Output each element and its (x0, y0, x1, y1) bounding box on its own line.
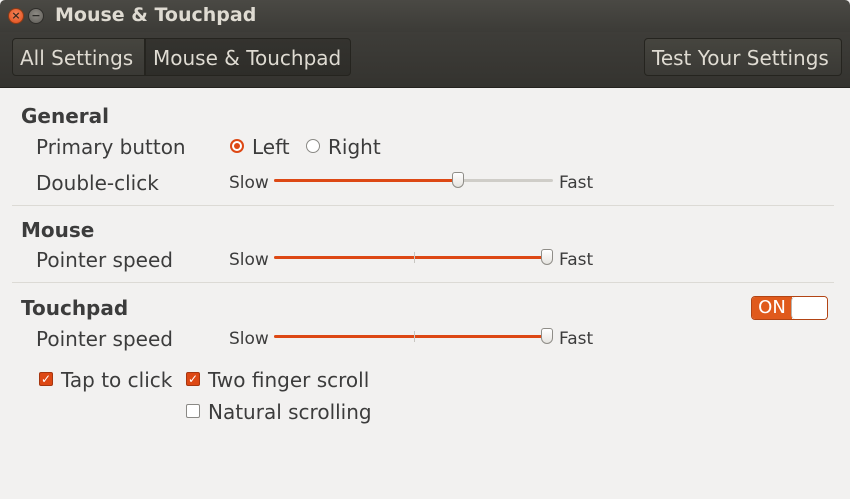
primary-button-right-radio[interactable] (306, 139, 320, 153)
separator (12, 205, 834, 206)
slider-knob[interactable] (452, 172, 465, 188)
mouse-pointer-speed-label: Pointer speed (36, 248, 173, 272)
primary-button-left-radio[interactable] (230, 139, 244, 153)
slider-center-mark (414, 252, 415, 263)
title-bar: × − Mouse & Touchpad (0, 0, 850, 32)
mouse-pointer-speed-slider[interactable] (274, 248, 554, 268)
touchpad-pointer-speed-slider[interactable] (274, 327, 554, 347)
minimize-window-button[interactable]: − (28, 8, 44, 24)
double-click-slow-label: Slow (229, 173, 269, 193)
slider-center-mark (414, 331, 415, 342)
mouse-section-title: Mouse (21, 218, 95, 242)
settings-window: × − Mouse & Touchpad All Settings Mouse … (0, 0, 850, 499)
switch-handle[interactable] (791, 297, 827, 319)
two-finger-scroll-label[interactable]: Two finger scroll (208, 368, 369, 392)
slider-knob[interactable] (541, 328, 554, 344)
switch-on-label: ON (752, 297, 792, 319)
touchpad-slow-label: Slow (229, 329, 269, 349)
primary-button-right-label[interactable]: Right (328, 135, 381, 159)
two-finger-scroll-checkbox[interactable]: ✓ (186, 372, 200, 386)
window-title: Mouse & Touchpad (55, 4, 257, 26)
breadcrumb-current-page[interactable]: Mouse & Touchpad (145, 38, 351, 76)
general-section-title: General (21, 104, 109, 128)
separator (12, 282, 834, 283)
double-click-fast-label: Fast (559, 173, 594, 193)
touchpad-pointer-speed-label: Pointer speed (36, 327, 173, 351)
slider-fill (274, 335, 548, 338)
slider-fill (274, 256, 548, 259)
all-settings-button[interactable]: All Settings (12, 38, 145, 76)
natural-scrolling-checkbox[interactable] (186, 404, 200, 418)
slider-fill (274, 179, 459, 182)
tap-to-click-label[interactable]: Tap to click (61, 368, 172, 392)
close-window-button[interactable]: × (8, 8, 24, 24)
touchpad-section-title: Touchpad (21, 296, 129, 320)
tap-to-click-checkbox[interactable]: ✓ (39, 372, 53, 386)
primary-button-left-label[interactable]: Left (252, 135, 290, 159)
toolbar: All Settings Mouse & Touchpad Test Your … (0, 32, 850, 88)
double-click-label: Double-click (36, 171, 159, 195)
touchpad-toggle-switch[interactable]: ON (751, 296, 828, 320)
natural-scrolling-label[interactable]: Natural scrolling (208, 400, 372, 424)
mouse-fast-label: Fast (559, 250, 594, 270)
primary-button-label: Primary button (36, 135, 186, 159)
test-your-settings-button[interactable]: Test Your Settings (644, 38, 842, 76)
mouse-slow-label: Slow (229, 250, 269, 270)
double-click-slider[interactable] (274, 171, 553, 191)
touchpad-fast-label: Fast (559, 329, 594, 349)
settings-content: General Primary button Left Right Double… (0, 88, 850, 499)
slider-knob[interactable] (541, 249, 554, 265)
